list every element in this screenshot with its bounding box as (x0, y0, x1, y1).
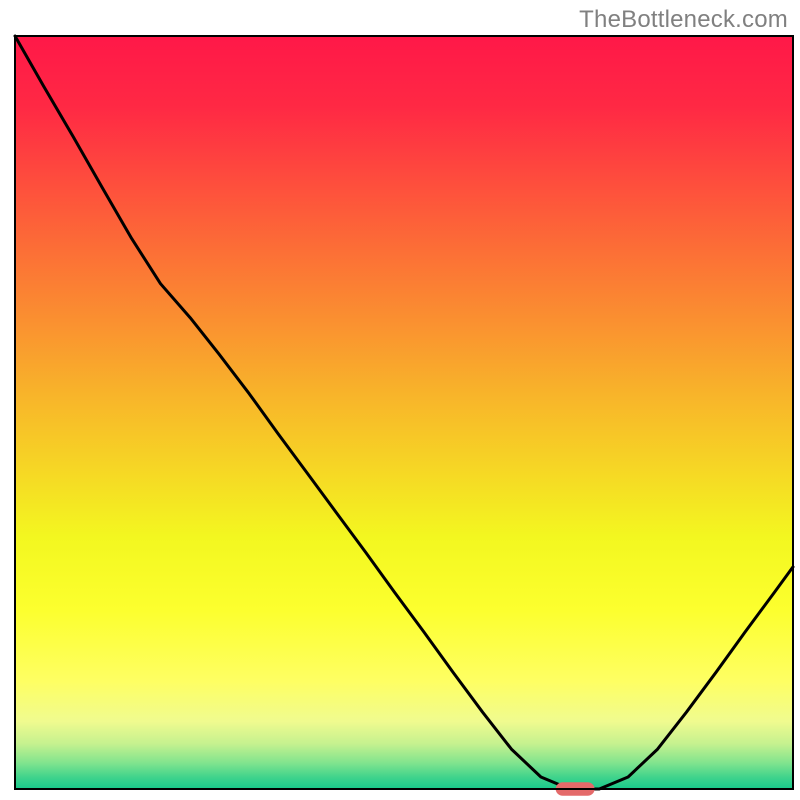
chart-plot (0, 0, 800, 800)
chart-container: TheBottleneck.com (0, 0, 800, 800)
watermark-text: TheBottleneck.com (579, 6, 788, 34)
plot-background (15, 36, 793, 789)
